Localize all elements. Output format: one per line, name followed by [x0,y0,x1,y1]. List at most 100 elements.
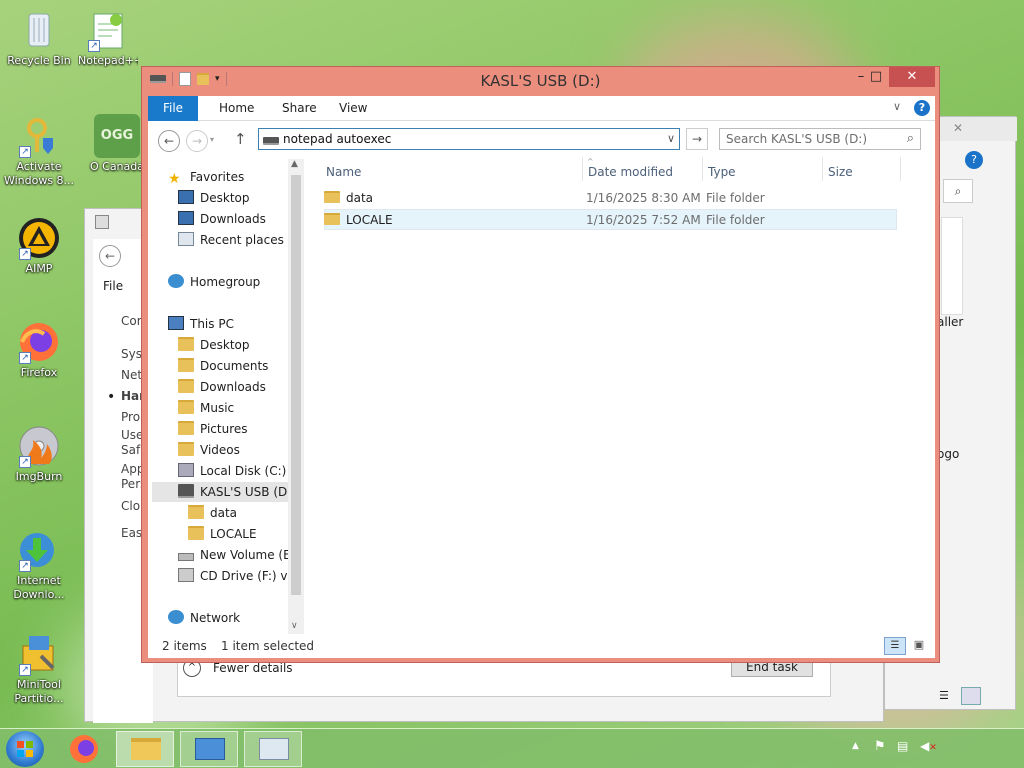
nav-music[interactable]: Music [178,398,234,418]
volume-muted-icon[interactable]: ◀✕ [920,739,937,753]
tab-share[interactable]: Share [272,96,327,121]
maximize-button[interactable]: □ [863,67,889,87]
ogg-file-icon: OGG [94,114,140,158]
search-input[interactable] [726,132,896,146]
nav-videos[interactable]: Videos [178,440,240,460]
nav-data[interactable]: data [188,503,237,523]
file-row[interactable]: data 1/16/2025 8:30 AM File folder [324,188,897,209]
nav-pc-desktop[interactable]: Desktop [178,335,250,355]
desktop-icon-label: Recycle Bin [7,54,71,67]
nav-documents[interactable]: Documents [178,356,268,376]
details-view-icon[interactable]: ☰ [939,689,955,703]
file-type: File folder [706,213,765,227]
folder-icon [178,337,194,351]
nav-favorites[interactable]: ★ Favorites [168,167,244,187]
nav-this-pc[interactable]: This PC [168,314,234,334]
back-arrow-icon[interactable]: ← [99,245,121,267]
desktop-icon-imgburn[interactable]: ↗ ImgBurn [0,424,78,484]
help-icon[interactable]: ? [965,151,983,169]
scroll-down-icon[interactable]: ∨ [291,621,298,631]
nav-local-disk-c[interactable]: Local Disk (C:) [178,461,286,481]
nav-pictures[interactable]: Pictures [178,419,248,439]
key-shield-icon: ↗ [17,114,61,158]
desktop-icon-minitool[interactable]: ↗ MiniTool Partitio... [0,632,78,706]
title-bar[interactable]: ▾ KASL'S USB (D:) – □ ✕ [142,67,939,95]
nav-network[interactable]: Network [168,608,240,628]
nav-homegroup[interactable]: Homegroup [168,272,260,292]
address-bar[interactable]: ∨ [258,128,680,150]
nav-recent-places[interactable]: Recent places [178,230,284,250]
folder-icon [178,358,194,372]
folder-icon [178,379,194,393]
start-button[interactable] [6,731,44,767]
action-center-flag-icon[interactable]: ⚑ [874,739,886,754]
taskbar-file-explorer[interactable] [116,731,174,767]
nav-cd-drive-f[interactable]: CD Drive (F:) virti [178,566,304,586]
file-row[interactable]: LOCALE 1/16/2025 7:52 AM File folder [324,209,897,230]
desktop-icon-activate-windows[interactable]: ↗ Activate Windows 8... [0,114,78,188]
tray-expand-icon[interactable]: ▲ [852,741,859,751]
idm-icon: ↗ [17,528,61,572]
folder-icon [324,213,340,225]
column-header-size[interactable]: Size [828,162,853,182]
tab-view[interactable]: View [329,96,377,121]
navigation-pane[interactable]: ★ Favorites Desktop Downloads Recent plac… [148,157,304,634]
desktop-icon-notepad[interactable]: ↗ Notepad++ [78,8,138,68]
large-icons-view-button[interactable]: ▣ [910,637,928,655]
explorer-window[interactable]: ▾ KASL'S USB (D:) – □ ✕ File Home Share … [141,66,940,663]
nav-kasls-usb-d[interactable]: KASL'S USB (D:) [152,482,296,502]
menu-file[interactable]: File [103,279,123,293]
minitool-partition-icon: ↗ [17,632,61,676]
taskbar-task-manager[interactable] [244,731,302,767]
item-count: 2 items [162,639,207,653]
taskbar-firefox[interactable] [66,732,102,766]
desktop-icon-label: Firefox [20,366,58,379]
desktop-icon-label: Activate Windows 8... [3,160,75,187]
column-header-type[interactable]: Type [708,162,736,182]
tiles-view-icon[interactable] [961,687,981,705]
forward-button[interactable]: → [186,130,208,152]
expand-ribbon-icon[interactable]: ∨ [893,100,901,113]
desktop-icon-aimp[interactable]: ↗ AIMP [0,216,78,276]
selection-status: 1 item selected [221,639,315,653]
scroll-up-icon[interactable]: ▲ [291,159,298,169]
details-view-button[interactable]: ☰ [884,637,906,655]
column-header-date-modified[interactable]: Date modified [588,162,673,182]
nav-locale[interactable]: LOCALE [188,524,257,544]
go-button[interactable]: → [686,128,708,150]
recycle-bin-icon [17,8,61,52]
recent-locations-icon[interactable]: ▾ [210,135,214,144]
windows-logo-icon [17,741,33,757]
nav-scrollbar[interactable]: ▲ ∨ [288,159,304,634]
help-icon[interactable]: ? [914,100,930,116]
back-button[interactable]: ← [158,130,180,152]
scroll-thumb[interactable] [291,175,301,595]
nav-new-volume-e[interactable]: New Volume (E:) [178,545,299,565]
tab-home[interactable]: Home [209,96,264,121]
bullet: • [107,389,116,405]
drive-icon [178,553,194,561]
search-icon[interactable]: ⌕ [907,131,914,146]
nav-pc-downloads[interactable]: Downloads [178,377,266,397]
nav-downloads[interactable]: Downloads [178,209,266,229]
desktop-icon-recycle-bin[interactable]: Recycle Bin [0,8,78,68]
column-header-name[interactable]: Name [326,162,361,182]
search-icon[interactable]: ⌕ [943,179,973,203]
imgburn-disc-icon: ↗ [17,424,61,468]
tab-file[interactable]: File [148,96,198,121]
file-date: 1/16/2025 7:52 AM [586,213,701,227]
address-dropdown-icon[interactable]: ∨ [667,132,675,145]
up-button[interactable]: ↑ [234,130,247,148]
desktop-icon-internet-download-manager[interactable]: ↗ Internet Downlo... [0,528,78,602]
close-button[interactable]: ✕ [889,67,935,87]
address-input[interactable] [283,132,663,146]
desktop-icon-firefox[interactable]: ↗ Firefox [0,320,78,380]
search-box[interactable]: ⌕ [719,128,921,150]
desktop-icon-label: MiniTool Partitio... [14,678,64,705]
nav-desktop[interactable]: Desktop [178,188,250,208]
close-icon[interactable]: ✕ [953,121,963,135]
firefox-icon [70,735,98,763]
network-tray-icon[interactable]: ▤ [897,739,908,753]
fewer-details-link[interactable]: Fewer details [213,661,293,675]
taskbar-control-panel[interactable] [180,731,238,767]
